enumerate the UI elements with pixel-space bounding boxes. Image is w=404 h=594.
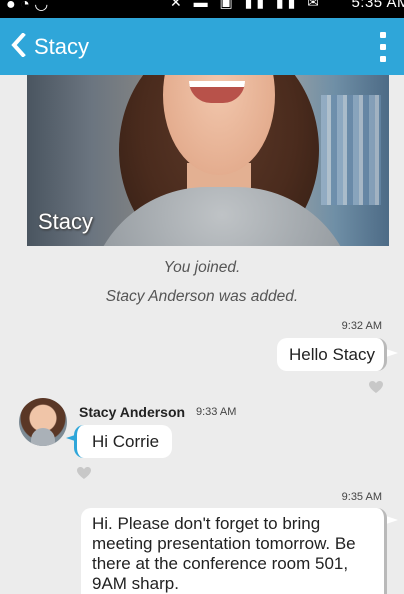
bubble-tail — [386, 516, 398, 524]
outgoing-message-bubble[interactable]: Hello Stacy — [277, 338, 387, 371]
profile-name: Stacy — [38, 209, 94, 234]
system-message: You joined. — [163, 259, 241, 276]
chevron-left-icon — [10, 31, 26, 62]
conversation-title: Stacy — [34, 34, 90, 59]
like-heart-icon[interactable] — [368, 380, 384, 394]
notification-icons: ● ◔ ◡ — [6, 0, 49, 13]
system-message: Stacy Anderson was added. — [105, 288, 299, 305]
message-timestamp: 9:35 AM — [341, 491, 382, 503]
message-timestamp: 9:32 AM — [341, 320, 382, 332]
incoming-message-bubble[interactable]: Hi Corrie — [74, 425, 173, 458]
status-time: 5:35 AM — [351, 0, 404, 11]
contact-profile-photo[interactable]: Stacy — [27, 75, 389, 246]
sender-name: Stacy Anderson — [79, 404, 186, 420]
sender-avatar[interactable] — [19, 398, 67, 446]
app-bar: Stacy — [0, 18, 404, 75]
like-heart-icon[interactable] — [76, 466, 92, 480]
outgoing-message-bubble[interactable]: Hi. Please don't forget to bring meeting… — [81, 508, 387, 594]
status-bar: ● ◔ ◡ ✕ ▬ ▣ ▮▮ ▮▮ ✉ 5:35 AM — [0, 0, 404, 18]
overflow-menu-button[interactable] — [376, 32, 390, 62]
bubble-tail — [386, 349, 398, 357]
signal-icons: ✕ ▬ ▣ ▮▮ ▮▮ ✉ — [170, 0, 323, 10]
back-button[interactable]: Stacy — [10, 30, 89, 64]
message-timestamp: 9:33 AM — [196, 406, 237, 418]
more-vert-icon — [380, 32, 386, 38]
